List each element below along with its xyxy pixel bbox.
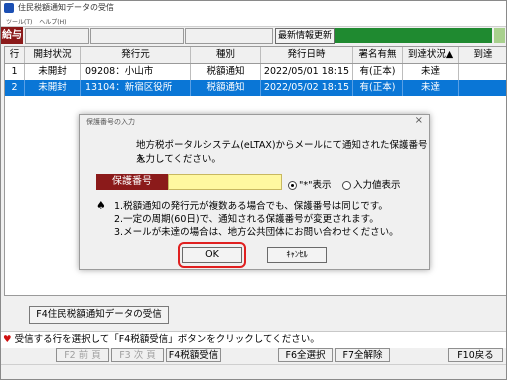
header-issuer[interactable]: 発行元 xyxy=(81,47,191,63)
table-row-selected[interactable]: 2 未開封 13104：新宿区役所 税額通知 2022/05/02 18:15 … xyxy=(5,80,506,96)
heart-icon: ♥ xyxy=(3,334,12,345)
protection-number-label: 保護番号 xyxy=(96,174,168,190)
radio-mask[interactable]: "*"表示 xyxy=(288,177,332,191)
toolbar: 給与 最新情報更新 xyxy=(1,26,506,44)
f6-select-all-button[interactable]: F6全選択 xyxy=(278,348,333,362)
spade-icon: ♠ xyxy=(96,199,106,212)
app-icon xyxy=(4,3,14,13)
header-delivery-status[interactable]: 到達状況▲ xyxy=(403,47,459,63)
dialog-message-line2: 入力してください。 xyxy=(136,154,221,165)
header-open-status[interactable]: 開封状況 xyxy=(25,47,81,63)
menu-bar: ツール(T) ヘルプ(H) xyxy=(1,15,506,26)
radio-mask-dot[interactable] xyxy=(288,181,297,190)
latest-update-button[interactable]: 最新情報更新 xyxy=(275,28,335,44)
status-indicator xyxy=(335,28,492,43)
radio-show[interactable]: 入力値表示 xyxy=(342,177,401,191)
f2-prev-page-button[interactable]: F2 前 頁 xyxy=(56,348,109,362)
close-icon[interactable]: × xyxy=(415,115,423,126)
header-delivery[interactable]: 到達 xyxy=(459,47,506,63)
radio-mask-label: "*"表示 xyxy=(299,180,332,191)
title-bar: 住民税額通知データの受信 xyxy=(1,1,506,15)
cell-delivery xyxy=(459,80,506,96)
radio-show-label: 入力値表示 xyxy=(353,180,401,191)
header-signature[interactable]: 署名有無 xyxy=(353,47,403,63)
menu-help[interactable]: ヘルプ(H) xyxy=(39,17,66,26)
table-header-row: 行 開封状況 発行元 種別 発行日時 署名有無 到達状況▲ 到達 xyxy=(5,47,506,64)
cell-open-status: 未開封 xyxy=(25,80,81,96)
dialog-title: 保護番号の入力 xyxy=(86,118,135,126)
bottom-status-strip xyxy=(1,364,506,379)
protection-number-input[interactable] xyxy=(168,174,282,190)
toolbar-slot-1[interactable] xyxy=(25,28,89,44)
cancel-button[interactable]: ｷｬﾝｾﾙ xyxy=(267,247,327,263)
window-title: 住民税額通知データの受信 xyxy=(18,3,114,12)
cell-type: 税額通知 xyxy=(191,64,261,80)
note-line-3: 3.メールが未達の場合は、地方公共団体にお問い合わせください。 xyxy=(114,227,399,238)
cell-issuer: 13104：新宿区役所 xyxy=(81,80,191,96)
ok-button[interactable]: OK xyxy=(182,247,242,263)
function-key-bar: F2 前 頁 F3 次 頁 F4税額受信 F6全選択 F7全解除 F10戻る xyxy=(1,348,506,363)
f10-back-button[interactable]: F10戻る xyxy=(448,348,503,362)
f4-receive-button[interactable]: F4税額受信 xyxy=(166,348,221,362)
cell-issued-at: 2022/05/02 18:15 xyxy=(261,80,353,96)
cell-open-status: 未開封 xyxy=(25,64,81,80)
status-message: 受信する行を選択して「F4税額受信」ボタンをクリックしてください。 xyxy=(14,334,320,345)
note-line-2: 2.一定の周期(60日)で、通知される保護番号が変更されます。 xyxy=(114,214,379,225)
cell-row-no: 2 xyxy=(5,80,25,96)
protection-number-dialog: 保護番号の入力 × 地方税ポータルシステム(eLTAX)からメールにて通知された… xyxy=(79,114,430,270)
cell-delivery xyxy=(459,64,506,80)
note-line-1: 1.税額通知の発行元が複数ある場合でも、保護番号は同じです。 xyxy=(114,201,388,212)
menu-tools[interactable]: ツール(T) xyxy=(6,17,32,26)
corner-icon[interactable] xyxy=(494,28,505,43)
toolbar-slot-3[interactable] xyxy=(185,28,273,44)
f7-deselect-all-button[interactable]: F7全解除 xyxy=(335,348,390,362)
cell-issued-at: 2022/05/01 18:15 xyxy=(261,64,353,80)
cell-issuer: 09208：小山市 xyxy=(81,64,191,80)
cell-delivery-status: 未達 xyxy=(403,64,459,80)
cell-delivery-status: 未達 xyxy=(403,80,459,96)
toolbar-slot-2[interactable] xyxy=(90,28,184,44)
radio-show-dot[interactable] xyxy=(342,181,351,190)
receive-data-button[interactable]: F4住民税額通知データの受信 xyxy=(29,306,169,324)
status-bar: ♥ 受信する行を選択して「F4税額受信」ボタンをクリックしてください。 xyxy=(1,331,506,348)
cell-signature: 有(正本) xyxy=(353,80,403,96)
cell-type: 税額通知 xyxy=(191,80,261,96)
header-row-no[interactable]: 行 xyxy=(5,47,25,63)
table-row[interactable]: 1 未開封 09208：小山市 税額通知 2022/05/01 18:15 有(… xyxy=(5,64,506,81)
header-issued-at[interactable]: 発行日時 xyxy=(261,47,353,63)
cell-row-no: 1 xyxy=(5,64,25,80)
section-label: 給与 xyxy=(1,27,23,44)
f3-next-page-button[interactable]: F3 次 頁 xyxy=(111,348,164,362)
header-type[interactable]: 種別 xyxy=(191,47,261,63)
cell-signature: 有(正本) xyxy=(353,64,403,80)
